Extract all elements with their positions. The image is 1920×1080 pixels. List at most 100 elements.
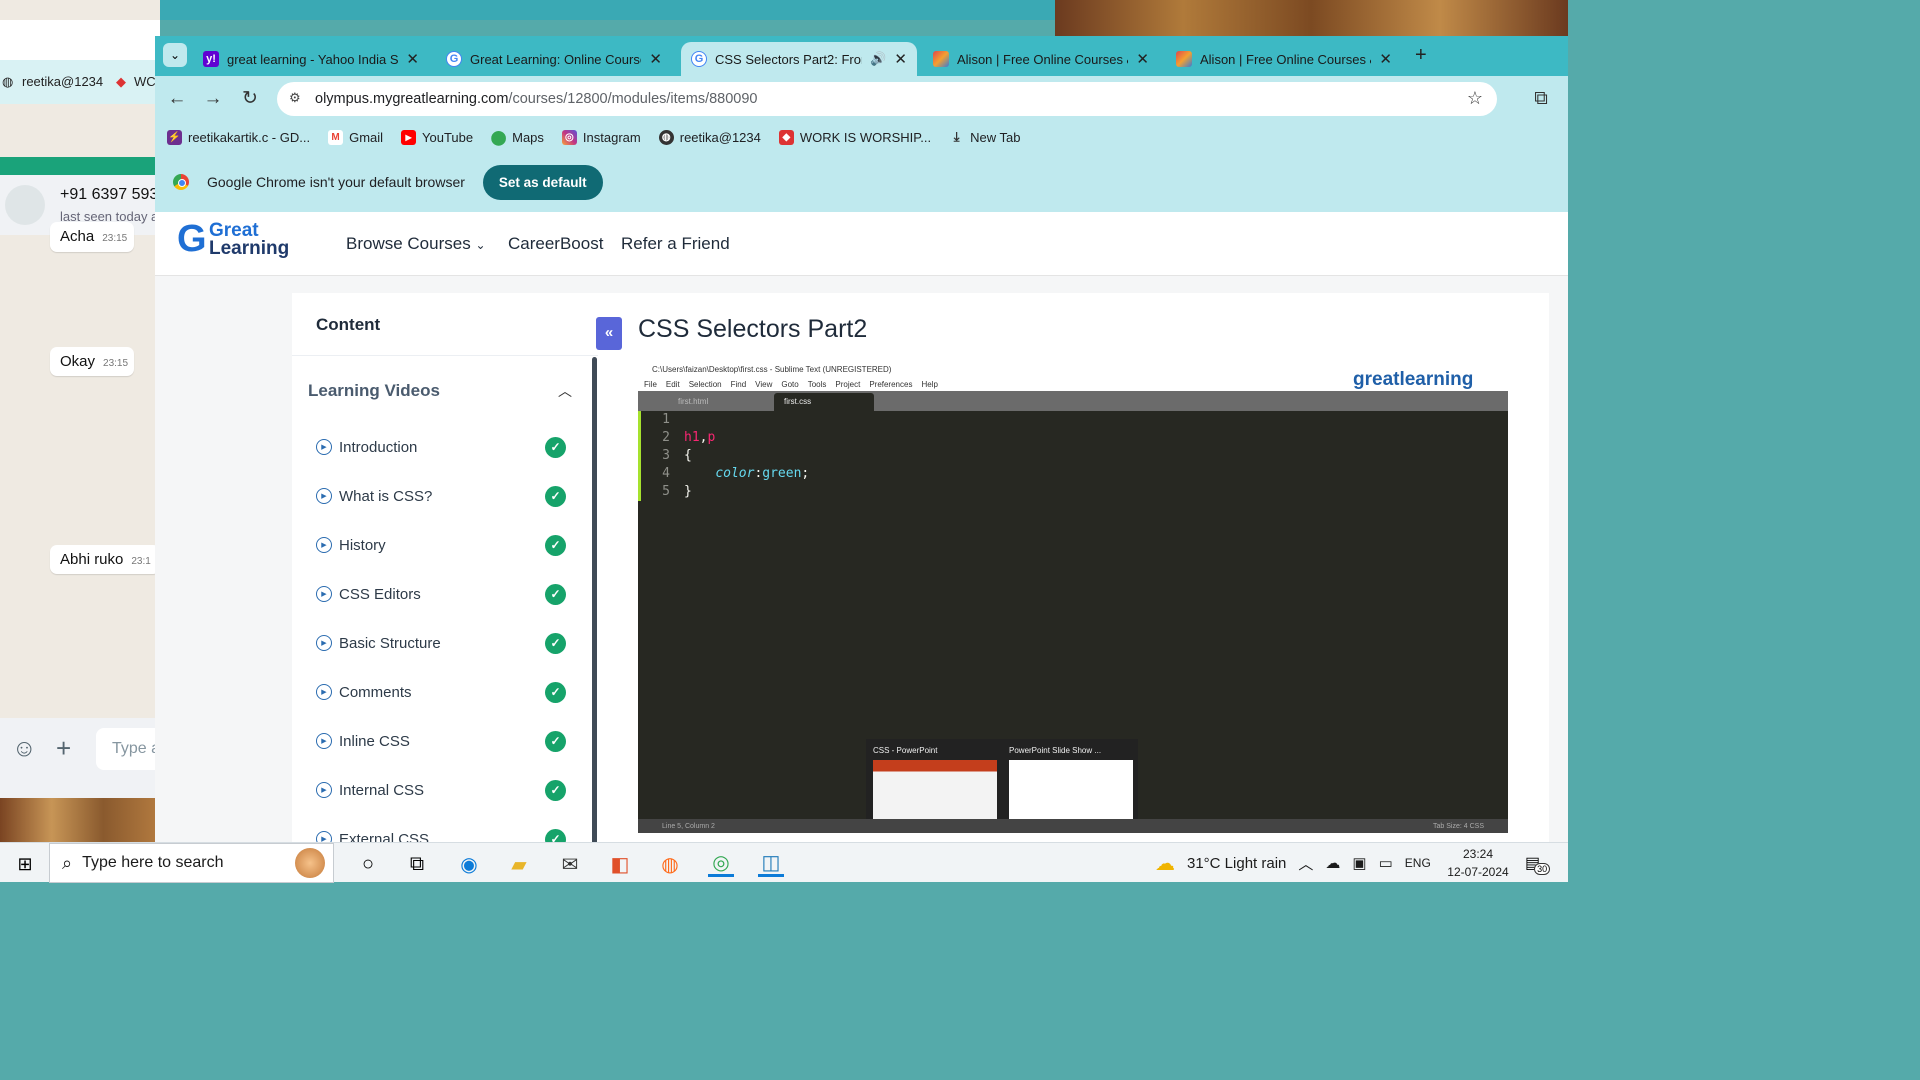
logo-line2: Learning — [209, 238, 290, 259]
mail-icon[interactable]: ✉ — [557, 851, 583, 877]
tab-great-learning[interactable]: G Great Learning: Online Courses ✕ — [436, 42, 672, 76]
bookmark-label: Instagram — [582, 129, 641, 145]
message-text: Okay — [60, 353, 96, 370]
bookmark-item[interactable]: ⚡ reetikakartik.c - GD... — [167, 129, 310, 145]
check-icon: ✓ — [545, 485, 566, 507]
weather-text[interactable]: 31°C Light rain — [1187, 855, 1286, 872]
video-player[interactable]: C:\Users\faizan\Desktop\first.css - Subl… — [638, 363, 1508, 833]
check-icon: ✓ — [545, 632, 566, 654]
download-icon: ⤓ — [953, 129, 960, 144]
nav-careerboost[interactable]: CareerBoost — [508, 234, 603, 254]
task-view-icon[interactable]: ⧉ — [404, 851, 430, 877]
remote-desktop-icon[interactable]: ◫ — [758, 851, 784, 877]
whatsapp-window: ◍ reetika@1234 ◆ WC +91 6397 593 last se… — [0, 0, 166, 842]
windows-taskbar: ⊞ ⌕ Type here to search ○ ⧉ ◉ ▰ ✉ ◧ ◍ ◎ … — [0, 842, 1568, 883]
bookmark-item[interactable]: ⬤ Maps — [491, 129, 544, 145]
close-icon[interactable]: ✕ — [1379, 50, 1392, 68]
chrome-window: ⌄ y! great learning - Yahoo India Se ✕ G… — [155, 36, 1568, 842]
avatar[interactable] — [5, 185, 45, 225]
bookmark-wc[interactable]: WC — [134, 74, 156, 89]
address-bar[interactable]: ⚙ olympus.mygreatlearning.com/courses/12… — [277, 82, 1497, 116]
video-item[interactable]: ▶ History ✓ — [316, 532, 566, 558]
video-item[interactable]: ▶ Basic Structure ✓ — [316, 630, 566, 656]
section-learning-videos[interactable]: Learning Videos — [308, 381, 440, 401]
emoji-icon[interactable]: ☺ — [12, 735, 37, 763]
video-item[interactable]: ▶ CSS Editors ✓ — [316, 581, 566, 607]
weather-icon[interactable]: ☁ — [1155, 851, 1175, 876]
back-icon[interactable]: ← — [165, 87, 189, 111]
cortana-icon[interactable]: ○ — [355, 851, 381, 877]
chrome-icon[interactable]: ◎ — [708, 851, 734, 877]
battery-icon[interactable]: ▭ — [1379, 854, 1393, 872]
video-title: Basic Structure — [339, 634, 441, 652]
whatsapp-green-bar — [0, 157, 160, 175]
tab-css-selectors[interactable]: G CSS Selectors Part2: Front E 🔊 ✕ — [681, 42, 917, 76]
video-item[interactable]: ▶ Inline CSS ✓ — [316, 728, 566, 754]
cloud-icon[interactable]: ☁ — [1325, 854, 1340, 872]
tab-yahoo[interactable]: y! great learning - Yahoo India Se ✕ — [193, 42, 429, 76]
video-item[interactable]: ▶ What is CSS? ✓ — [316, 483, 566, 509]
bookmark-item[interactable]: ▶ YouTube — [401, 129, 473, 145]
close-icon[interactable]: ✕ — [649, 50, 662, 68]
extensions-icon[interactable]: ⧉ — [1529, 87, 1553, 111]
edge-icon[interactable]: ◉ — [456, 851, 482, 877]
star-icon[interactable]: ☆ — [1467, 88, 1483, 109]
check-icon: ✓ — [545, 779, 566, 801]
language-indicator[interactable]: ENG — [1405, 856, 1431, 870]
address-path: /courses/12800/modules/items/880090 — [508, 91, 758, 107]
bookmark-item[interactable]: ◍ reetika@1234 — [658, 129, 761, 145]
video-item[interactable]: ▶ Internal CSS ✓ — [316, 777, 566, 803]
windows-start-icon[interactable]: ⊞ — [12, 851, 38, 877]
video-title: History — [339, 536, 386, 554]
video-menu-item: Help — [921, 379, 938, 389]
plus-icon[interactable]: + — [56, 733, 71, 764]
video-menu-item: Goto — [781, 379, 799, 389]
great-learning-logo[interactable]: G Great Learning — [177, 220, 302, 260]
collapse-sidebar-button[interactable]: « — [596, 317, 622, 350]
thumbnail-label: PowerPoint Slide Show ... — [1009, 746, 1102, 755]
close-icon[interactable]: ✕ — [894, 50, 907, 68]
video-item[interactable]: ▶ Comments ✓ — [316, 679, 566, 705]
tab-title: Alison | Free Online Courses & C — [1200, 51, 1371, 67]
nav-browse-courses[interactable]: Browse Courses ⌄ — [346, 234, 486, 254]
forward-icon[interactable]: → — [201, 87, 225, 111]
video-title: Inline CSS — [339, 732, 410, 750]
scrollbar[interactable] — [592, 357, 597, 842]
monitor-icon[interactable]: ▣ — [1352, 854, 1366, 872]
new-tab-button[interactable]: + — [1415, 44, 1427, 67]
chevron-up-icon[interactable]: ︿ — [1298, 853, 1313, 874]
close-icon[interactable]: ✕ — [406, 50, 419, 68]
tab-title: Alison | Free Online Courses & C — [957, 51, 1128, 67]
thumbnail-slideshow: PowerPoint Slide Show ... — [1006, 743, 1136, 829]
check-icon: ✓ — [545, 534, 566, 556]
reload-icon[interactable]: ↻ — [238, 87, 262, 111]
nav-refer-a-friend[interactable]: Refer a Friend — [621, 234, 730, 254]
bookmark-item[interactable]: ⤓ New Tab — [949, 129, 1021, 145]
close-icon[interactable]: ✕ — [1136, 50, 1149, 68]
notification-icon[interactable]: ▤30 — [1525, 853, 1556, 875]
bookmark-item[interactable]: M Gmail — [328, 129, 383, 145]
site-info-icon[interactable]: ⚙ — [289, 90, 301, 106]
video-item[interactable]: ▶ External CSS ✓ — [316, 826, 566, 842]
clock-time: 23:24 — [1462, 847, 1494, 861]
page-title: CSS Selectors Part2 — [638, 315, 868, 343]
bookmark-item[interactable]: ◎ Instagram — [561, 129, 641, 145]
alison-icon — [933, 51, 949, 67]
bookmark-label: WORK IS WORSHIP... — [799, 129, 932, 145]
clock[interactable]: 23:24 12-07-2024 — [1438, 845, 1518, 881]
tab-search-button[interactable]: ⌄ — [163, 43, 187, 67]
chevron-up-icon[interactable]: ︿ — [558, 381, 572, 401]
speaker-icon[interactable]: 🔊 — [870, 51, 886, 67]
firefox-icon[interactable]: ◍ — [657, 851, 683, 877]
office-icon[interactable]: ◧ — [607, 851, 633, 877]
youtube-icon: ▶ — [401, 129, 417, 145]
message-time: 23:15 — [103, 358, 129, 369]
tab-alison-2[interactable]: Alison | Free Online Courses & C ✕ — [1166, 42, 1402, 76]
file-explorer-icon[interactable]: ▰ — [506, 851, 532, 877]
bookmark-reetika[interactable]: reetika@1234 — [22, 74, 103, 89]
set-as-default-button[interactable]: Set as default — [482, 164, 603, 200]
tab-alison-1[interactable]: Alison | Free Online Courses & C ✕ — [923, 42, 1159, 76]
video-item[interactable]: ▶ Introduction ✓ — [316, 434, 566, 460]
bookmark-item[interactable]: ◆ WORK IS WORSHIP... — [778, 129, 932, 145]
taskbar-search[interactable]: ⌕ Type here to search — [49, 843, 334, 883]
